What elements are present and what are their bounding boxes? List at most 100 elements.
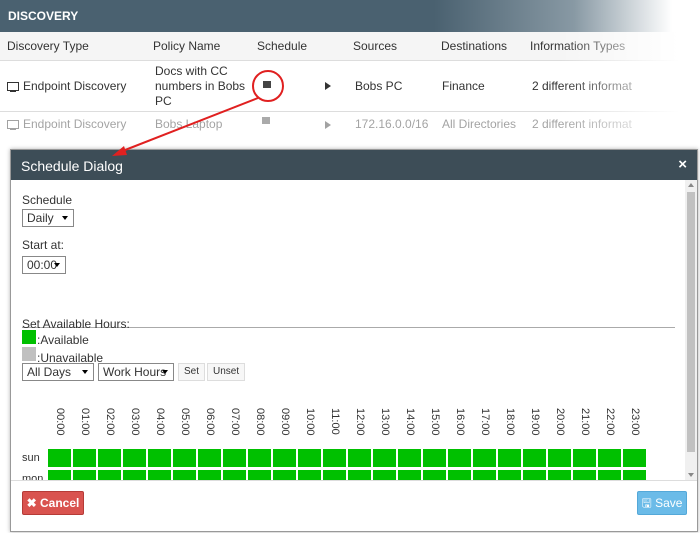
chevron-down-icon xyxy=(82,370,88,374)
hour-cell[interactable] xyxy=(372,469,397,480)
hour-cell[interactable] xyxy=(147,469,172,480)
hour-label: 23:00 xyxy=(629,408,641,436)
hour-cell[interactable] xyxy=(247,469,272,480)
hour-cell[interactable] xyxy=(97,469,122,480)
col-schedule: Schedule xyxy=(257,39,308,53)
hour-cell[interactable] xyxy=(572,448,597,468)
hour-label: 07:00 xyxy=(229,408,241,436)
hour-label: 10:00 xyxy=(304,408,316,436)
hour-cell[interactable] xyxy=(122,448,147,468)
hour-label: 12:00 xyxy=(354,408,366,436)
calendar-icon[interactable] xyxy=(262,117,270,124)
hour-cell[interactable] xyxy=(372,448,397,468)
hour-cell[interactable] xyxy=(122,469,147,480)
save-button[interactable]: 🖫 Save xyxy=(637,491,687,515)
scroll-thumb[interactable] xyxy=(687,192,695,452)
scroll-down-icon[interactable] xyxy=(688,473,694,477)
hour-cell[interactable] xyxy=(547,448,572,468)
scroll-up-icon[interactable] xyxy=(688,183,694,187)
hours-value: Work Hours xyxy=(103,365,167,379)
available-hours-label: Set Available Hours: xyxy=(22,317,130,331)
hour-cell[interactable] xyxy=(497,448,522,468)
hour-cell[interactable] xyxy=(72,469,97,480)
hour-cell[interactable] xyxy=(222,448,247,468)
hour-cell[interactable] xyxy=(472,469,497,480)
hour-cell[interactable] xyxy=(197,469,222,480)
dialog-title: Schedule Dialog xyxy=(21,158,123,174)
hour-cell[interactable] xyxy=(172,469,197,480)
hour-cell[interactable] xyxy=(597,448,622,468)
hour-label: 18:00 xyxy=(504,408,516,436)
close-icon[interactable]: × xyxy=(678,156,687,173)
hour-cell[interactable] xyxy=(47,448,72,468)
dialog-body: Schedule Daily Start at: 00:00 Set Avail… xyxy=(11,180,685,480)
hour-cell[interactable] xyxy=(297,448,322,468)
hour-label: 04:00 xyxy=(154,408,166,436)
monitor-icon xyxy=(7,82,19,92)
hours-select[interactable]: Work Hours xyxy=(98,363,174,381)
hour-cell[interactable] xyxy=(97,448,122,468)
hour-label: 20:00 xyxy=(554,408,566,436)
row-policy-line1: Docs with CC xyxy=(155,64,228,78)
hour-cell[interactable] xyxy=(322,448,347,468)
hour-cell[interactable] xyxy=(522,448,547,468)
hour-cell[interactable] xyxy=(272,448,297,468)
hour-cell[interactable] xyxy=(472,448,497,468)
chevron-down-icon xyxy=(162,370,168,374)
hour-label: 06:00 xyxy=(204,408,216,436)
play-icon[interactable] xyxy=(325,82,331,90)
cancel-button[interactable]: ✖ Cancel xyxy=(22,491,84,515)
hour-cell[interactable] xyxy=(297,469,322,480)
hour-cell[interactable] xyxy=(72,448,97,468)
hour-cell[interactable] xyxy=(347,469,372,480)
unset-button[interactable]: Unset xyxy=(207,363,246,381)
start-select[interactable]: 00:00 xyxy=(22,256,66,274)
torn-edge xyxy=(0,130,700,140)
hour-cell[interactable] xyxy=(497,469,522,480)
day-label: mon xyxy=(22,473,44,480)
schedule-value: Daily xyxy=(27,211,54,225)
unavailable-swatch xyxy=(22,347,36,361)
schedule-select[interactable]: Daily xyxy=(22,209,74,227)
row-policy-line2: numbers in Bobs xyxy=(155,79,246,93)
start-label: Start at: xyxy=(22,238,65,252)
hour-cell[interactable] xyxy=(422,448,447,468)
hour-cell[interactable] xyxy=(622,448,647,468)
hour-cell[interactable] xyxy=(547,469,572,480)
scrollbar[interactable] xyxy=(685,180,697,480)
hour-cell[interactable] xyxy=(47,469,72,480)
days-select[interactable]: All Days xyxy=(22,363,94,381)
hour-cell[interactable] xyxy=(247,448,272,468)
hour-cell[interactable] xyxy=(397,469,422,480)
hour-cell[interactable] xyxy=(222,469,247,480)
hour-cell[interactable] xyxy=(622,469,647,480)
hour-cell[interactable] xyxy=(197,448,222,468)
hour-label: 00:00 xyxy=(54,408,66,436)
hour-cell[interactable] xyxy=(147,448,172,468)
hour-cell[interactable] xyxy=(347,448,372,468)
hour-cell[interactable] xyxy=(447,448,472,468)
schedule-label: Schedule xyxy=(22,193,73,207)
discovery-title: DISCOVERY xyxy=(8,9,79,23)
hour-cell[interactable] xyxy=(272,469,297,480)
hour-cell[interactable] xyxy=(597,469,622,480)
day-label: sun xyxy=(22,452,40,464)
set-button[interactable]: Set xyxy=(178,363,206,381)
discovery-table: DISCOVERY Discovery Type Policy Name Sch… xyxy=(0,0,700,140)
row-type: Endpoint Discovery xyxy=(23,79,127,93)
available-legend: :Available xyxy=(37,333,89,347)
hour-label: 14:00 xyxy=(404,408,416,436)
chevron-down-icon xyxy=(54,263,60,267)
hour-cell[interactable] xyxy=(522,469,547,480)
hour-cell[interactable] xyxy=(572,469,597,480)
hour-cell[interactable] xyxy=(397,448,422,468)
hour-cell[interactable] xyxy=(322,469,347,480)
hour-label: 16:00 xyxy=(454,408,466,436)
hour-cell[interactable] xyxy=(447,469,472,480)
hour-label: 15:00 xyxy=(429,408,441,436)
hour-cell[interactable] xyxy=(172,448,197,468)
hour-cell[interactable] xyxy=(422,469,447,480)
col-sources: Sources xyxy=(353,39,398,53)
dialog-footer: ✖ Cancel 🖫 Save xyxy=(11,480,697,532)
dialog-header: Schedule Dialog × xyxy=(11,150,697,180)
